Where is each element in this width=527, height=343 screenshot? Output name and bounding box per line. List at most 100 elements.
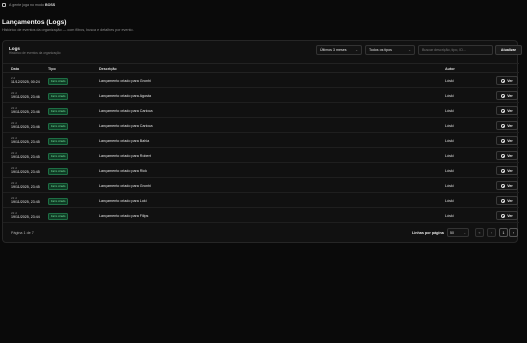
- top-bar: A gente joga no modo BOSS: [0, 0, 527, 10]
- table-row: 22 d 19/11/2025, 23:45 Farm criado Lançamen…: [3, 193, 519, 208]
- table-row: 22 d 19/11/2025, 23:46 Farm criado Lançamen…: [3, 88, 519, 103]
- row-type: Farm criado: [48, 167, 69, 175]
- table-row: 22 d 19/11/2025, 23:46 Farm criado Lançamen…: [3, 118, 519, 133]
- row-description: Lançamento criado para Carioca: [99, 123, 153, 128]
- view-button-label: Ver: [507, 123, 513, 128]
- rows-per-page-select[interactable]: 50 ⌄: [447, 228, 469, 237]
- card-subtitle: Histórico de eventos da organização: [9, 51, 61, 55]
- period-select-value: Últimos 3 meses: [320, 48, 347, 52]
- sidebar-toggle-icon[interactable]: [2, 3, 6, 7]
- row-date: 2 d 11/12/2025, 00:24: [11, 76, 40, 85]
- row-description: Lançamento criado para Filips: [99, 213, 149, 218]
- view-button-label: Ver: [507, 78, 513, 83]
- header-author: Autor: [445, 67, 455, 71]
- eye-icon: [501, 153, 506, 158]
- page-title: Lançamentos (Logs): [2, 19, 67, 26]
- row-datetime: 19/11/2025, 23:46: [11, 95, 40, 100]
- topbar-text: A gente joga no modo BOSS: [9, 3, 56, 7]
- row-type: Farm criado: [48, 77, 69, 85]
- eye-icon: [501, 123, 506, 128]
- type-select[interactable]: Todos os tipos ⌄: [365, 45, 415, 55]
- row-datetime: 19/11/2025, 23:46: [11, 125, 40, 130]
- type-badge: Farm criado: [48, 167, 69, 175]
- type-badge: Farm criado: [48, 212, 69, 220]
- row-type: Farm criado: [48, 122, 69, 130]
- row-description: Lançamento criado para Rick: [99, 168, 147, 173]
- row-datetime: 19/11/2025, 23:44: [11, 215, 40, 220]
- type-badge: Farm criado: [48, 107, 69, 115]
- rows-per-page-label: Linhas por página: [412, 231, 444, 235]
- row-date: 22 d 19/11/2025, 23:45: [11, 136, 40, 145]
- view-button[interactable]: Ver: [496, 106, 518, 115]
- row-description: Lançamento criado para Bahia: [99, 138, 150, 143]
- row-type: Farm criado: [48, 152, 69, 160]
- row-date: 22 d 19/11/2025, 23:44: [11, 211, 40, 220]
- view-button[interactable]: Ver: [496, 121, 518, 130]
- update-button[interactable]: Atualizar: [495, 45, 522, 55]
- period-select[interactable]: Últimos 3 meses ⌄: [316, 45, 362, 55]
- current-page-button[interactable]: 1: [499, 228, 508, 237]
- view-button-label: Ver: [507, 138, 513, 143]
- view-button[interactable]: Ver: [496, 91, 518, 100]
- row-date: 22 d 19/11/2025, 23:45: [11, 151, 40, 160]
- eye-icon: [501, 93, 506, 98]
- view-button[interactable]: Ver: [496, 151, 518, 160]
- row-author: Lóski: [445, 213, 454, 218]
- table-row: 22 d 19/11/2025, 23:46 Farm criado Lançamen…: [3, 103, 519, 118]
- view-button-label: Ver: [507, 213, 513, 218]
- search-placeholder: Buscar descrição, tipo, ID...: [422, 48, 466, 52]
- logs-table: Data Tipo Descrição Autor 2 d 11/12/2025,…: [3, 63, 519, 223]
- logs-card: Logs Histórico de eventos da organização…: [2, 40, 522, 243]
- row-description: Lançamento criado para Agosta: [99, 93, 152, 98]
- view-button-label: Ver: [507, 108, 513, 113]
- eye-icon: [501, 78, 506, 83]
- row-type: Farm criado: [48, 197, 69, 205]
- row-date: 22 d 19/11/2025, 23:45: [11, 196, 40, 205]
- header-date: Data: [11, 67, 19, 71]
- table-body: 2 d 11/12/2025, 00:24 Farm criado Lançament…: [3, 73, 519, 223]
- search-input[interactable]: Buscar descrição, tipo, ID...: [418, 45, 493, 55]
- row-author: Lóski: [445, 153, 454, 158]
- chevron-down-icon: ⌄: [355, 48, 358, 52]
- type-badge: Farm criado: [48, 197, 69, 205]
- type-badge: Farm criado: [48, 182, 69, 190]
- row-author: Lóski: [445, 93, 454, 98]
- row-datetime: 19/11/2025, 23:45: [11, 140, 40, 145]
- prev-page-button[interactable]: ‹: [487, 228, 496, 237]
- view-button[interactable]: Ver: [496, 76, 518, 85]
- row-author: Lóski: [445, 168, 454, 173]
- row-author: Lóski: [445, 78, 454, 83]
- row-type: Farm criado: [48, 182, 69, 190]
- row-type: Farm criado: [48, 212, 69, 220]
- view-button[interactable]: Ver: [496, 181, 518, 190]
- row-datetime: 19/11/2025, 23:46: [11, 110, 40, 115]
- eye-icon: [501, 138, 506, 143]
- row-date: 22 d 19/11/2025, 23:45: [11, 181, 40, 190]
- type-badge: Farm criado: [48, 77, 69, 85]
- row-author: Lóski: [445, 198, 454, 203]
- eye-icon: [501, 198, 506, 203]
- row-type: Farm criado: [48, 107, 69, 115]
- view-button[interactable]: Ver: [496, 136, 518, 145]
- row-author: Lóski: [445, 108, 454, 113]
- type-select-value: Todos os tipos: [369, 48, 392, 52]
- row-description: Lançamento criado para Carioca: [99, 108, 153, 113]
- header-type: Tipo: [48, 67, 56, 71]
- view-button[interactable]: Ver: [496, 166, 518, 175]
- table-row: 22 d 19/11/2025, 23:45 Farm criado Lançamen…: [3, 148, 519, 163]
- row-author: Lóski: [445, 138, 454, 143]
- first-page-button[interactable]: «: [475, 228, 484, 237]
- row-datetime: 19/11/2025, 23:45: [11, 155, 40, 160]
- eye-icon: [501, 108, 506, 113]
- type-badge: Farm criado: [48, 92, 69, 100]
- view-button-label: Ver: [507, 168, 513, 173]
- view-button-label: Ver: [507, 153, 513, 158]
- type-badge: Farm criado: [48, 122, 69, 130]
- type-badge: Farm criado: [48, 137, 69, 145]
- chevron-down-icon: ⌄: [408, 48, 411, 52]
- view-button[interactable]: Ver: [496, 211, 518, 220]
- eye-icon: [501, 213, 506, 218]
- type-badge: Farm criado: [48, 152, 69, 160]
- next-page-button[interactable]: ›: [509, 228, 518, 237]
- view-button[interactable]: Ver: [496, 196, 518, 205]
